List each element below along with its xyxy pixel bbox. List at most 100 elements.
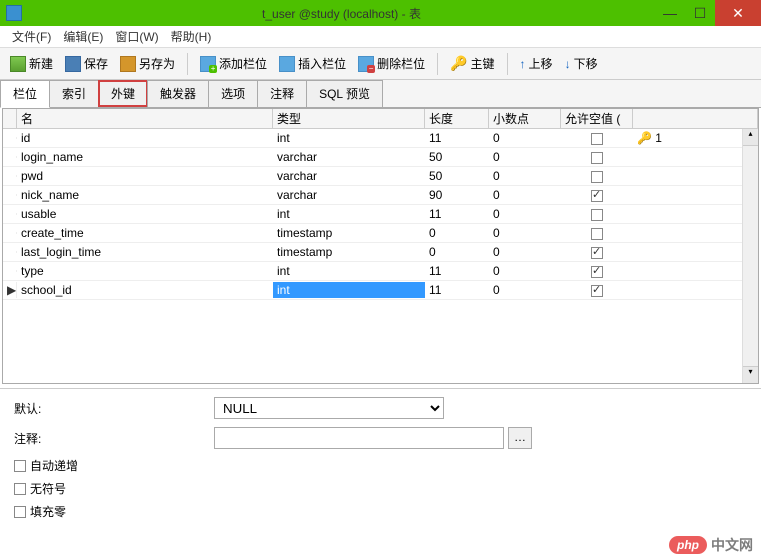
minimize-button[interactable]: — <box>655 0 685 26</box>
cell-key[interactable] <box>633 194 758 196</box>
cell-allownull[interactable] <box>561 187 633 203</box>
cell-name[interactable]: pwd <box>17 168 273 184</box>
cell-key[interactable] <box>633 289 758 291</box>
cell-length[interactable]: 50 <box>425 168 489 184</box>
cell-name[interactable]: id <box>17 130 273 146</box>
header-name[interactable]: 名 <box>17 109 273 128</box>
moveup-button[interactable]: ↑上移 <box>516 53 557 74</box>
cell-type[interactable]: varchar <box>273 168 425 184</box>
insertfield-button[interactable]: 插入栏位 <box>275 53 350 74</box>
cell-decimals[interactable]: 0 <box>489 244 561 260</box>
cell-length[interactable]: 0 <box>425 225 489 241</box>
comment-input[interactable] <box>214 427 504 449</box>
cell-length[interactable]: 50 <box>425 149 489 165</box>
cell-name[interactable]: usable <box>17 206 273 222</box>
cell-decimals[interactable]: 0 <box>489 282 561 298</box>
cell-allownull[interactable] <box>561 130 633 146</box>
cell-allownull[interactable] <box>561 263 633 279</box>
menu-edit[interactable]: 编辑(E) <box>57 26 109 47</box>
cell-allownull[interactable] <box>561 244 633 260</box>
table-row[interactable]: nick_namevarchar900 <box>3 186 758 205</box>
default-select[interactable]: NULL <box>214 397 444 419</box>
cell-key[interactable] <box>633 232 758 234</box>
cell-length[interactable]: 90 <box>425 187 489 203</box>
cell-key[interactable]: 🔑 1 <box>633 130 758 146</box>
cell-type[interactable]: varchar <box>273 187 425 203</box>
menu-file[interactable]: 文件(F) <box>6 26 57 47</box>
tab-indexes[interactable]: 索引 <box>49 80 99 107</box>
cell-type[interactable]: int <box>273 130 425 146</box>
cell-key[interactable] <box>633 156 758 158</box>
table-row[interactable]: idint110 🔑 1 <box>3 129 758 148</box>
cell-key[interactable] <box>633 175 758 177</box>
tab-foreignkeys[interactable]: 外键 <box>98 80 148 107</box>
new-button[interactable]: 新建 <box>6 53 57 74</box>
cell-type[interactable]: int <box>273 282 425 298</box>
cell-decimals[interactable]: 0 <box>489 168 561 184</box>
cell-key[interactable] <box>633 251 758 253</box>
comment-more-button[interactable]: … <box>508 427 532 449</box>
tab-triggers[interactable]: 触发器 <box>147 80 209 107</box>
header-allownull[interactable]: 允许空值 ( <box>561 109 633 128</box>
cell-allownull[interactable] <box>561 168 633 184</box>
cell-allownull[interactable] <box>561 149 633 165</box>
cell-decimals[interactable]: 0 <box>489 187 561 203</box>
menu-window[interactable]: 窗口(W) <box>109 26 164 47</box>
cell-decimals[interactable]: 0 <box>489 130 561 146</box>
deletefield-button[interactable]: 删除栏位 <box>354 53 429 74</box>
cell-name[interactable]: login_name <box>17 149 273 165</box>
cell-type[interactable]: timestamp <box>273 244 425 260</box>
table-row[interactable]: usableint110 <box>3 205 758 224</box>
saveas-button[interactable]: 另存为 <box>116 53 179 74</box>
table-row[interactable]: last_login_timetimestamp00 <box>3 243 758 262</box>
cell-type[interactable]: varchar <box>273 149 425 165</box>
tab-fields[interactable]: 栏位 <box>0 80 50 108</box>
zerofill-check[interactable]: 填充零 <box>14 503 747 520</box>
addfield-button[interactable]: 添加栏位 <box>196 53 271 74</box>
table-row[interactable]: login_namevarchar500 <box>3 148 758 167</box>
header-decimals[interactable]: 小数点 <box>489 109 561 128</box>
tab-sqlpreview[interactable]: SQL 预览 <box>306 80 383 107</box>
cell-length[interactable]: 11 <box>425 282 489 298</box>
cell-length[interactable]: 0 <box>425 244 489 260</box>
cell-decimals[interactable]: 0 <box>489 225 561 241</box>
cell-key[interactable] <box>633 270 758 272</box>
cell-name[interactable]: last_login_time <box>17 244 273 260</box>
fields-grid[interactable]: 名 类型 长度 小数点 允许空值 ( idint110🔑 1login_name… <box>2 108 759 384</box>
primarykey-button[interactable]: 🔑主键 <box>446 53 498 74</box>
cell-type[interactable]: int <box>273 263 425 279</box>
movedown-button[interactable]: ↓下移 <box>561 53 602 74</box>
cell-name[interactable]: nick_name <box>17 187 273 203</box>
cell-decimals[interactable]: 0 <box>489 263 561 279</box>
cell-length[interactable]: 11 <box>425 263 489 279</box>
cell-allownull[interactable] <box>561 225 633 241</box>
unsigned-check[interactable]: 无符号 <box>14 480 747 497</box>
table-row[interactable]: typeint110 <box>3 262 758 281</box>
autoincrement-check[interactable]: 自动递增 <box>14 457 747 474</box>
cell-key[interactable] <box>633 213 758 215</box>
cell-decimals[interactable]: 0 <box>489 206 561 222</box>
cell-name[interactable]: type <box>17 263 273 279</box>
cell-type[interactable]: int <box>273 206 425 222</box>
tab-options[interactable]: 选项 <box>208 80 258 107</box>
menu-help[interactable]: 帮助(H) <box>165 26 218 47</box>
header-length[interactable]: 长度 <box>425 109 489 128</box>
tab-comment[interactable]: 注释 <box>257 80 307 107</box>
header-key[interactable] <box>633 109 758 128</box>
table-row[interactable]: create_timetimestamp00 <box>3 224 758 243</box>
cell-allownull[interactable] <box>561 282 633 298</box>
cell-length[interactable]: 11 <box>425 130 489 146</box>
cell-name[interactable]: school_id <box>17 282 273 298</box>
table-row[interactable]: pwdvarchar500 <box>3 167 758 186</box>
table-row[interactable]: ▶school_idint110 <box>3 281 758 300</box>
cell-length[interactable]: 11 <box>425 206 489 222</box>
cell-type[interactable]: timestamp <box>273 225 425 241</box>
save-button[interactable]: 保存 <box>61 53 112 74</box>
cell-allownull[interactable] <box>561 206 633 222</box>
maximize-button[interactable]: ☐ <box>685 0 715 26</box>
cell-name[interactable]: create_time <box>17 225 273 241</box>
vertical-scrollbar[interactable] <box>742 129 758 383</box>
header-type[interactable]: 类型 <box>273 109 425 128</box>
cell-decimals[interactable]: 0 <box>489 149 561 165</box>
close-button[interactable]: ✕ <box>715 0 761 26</box>
